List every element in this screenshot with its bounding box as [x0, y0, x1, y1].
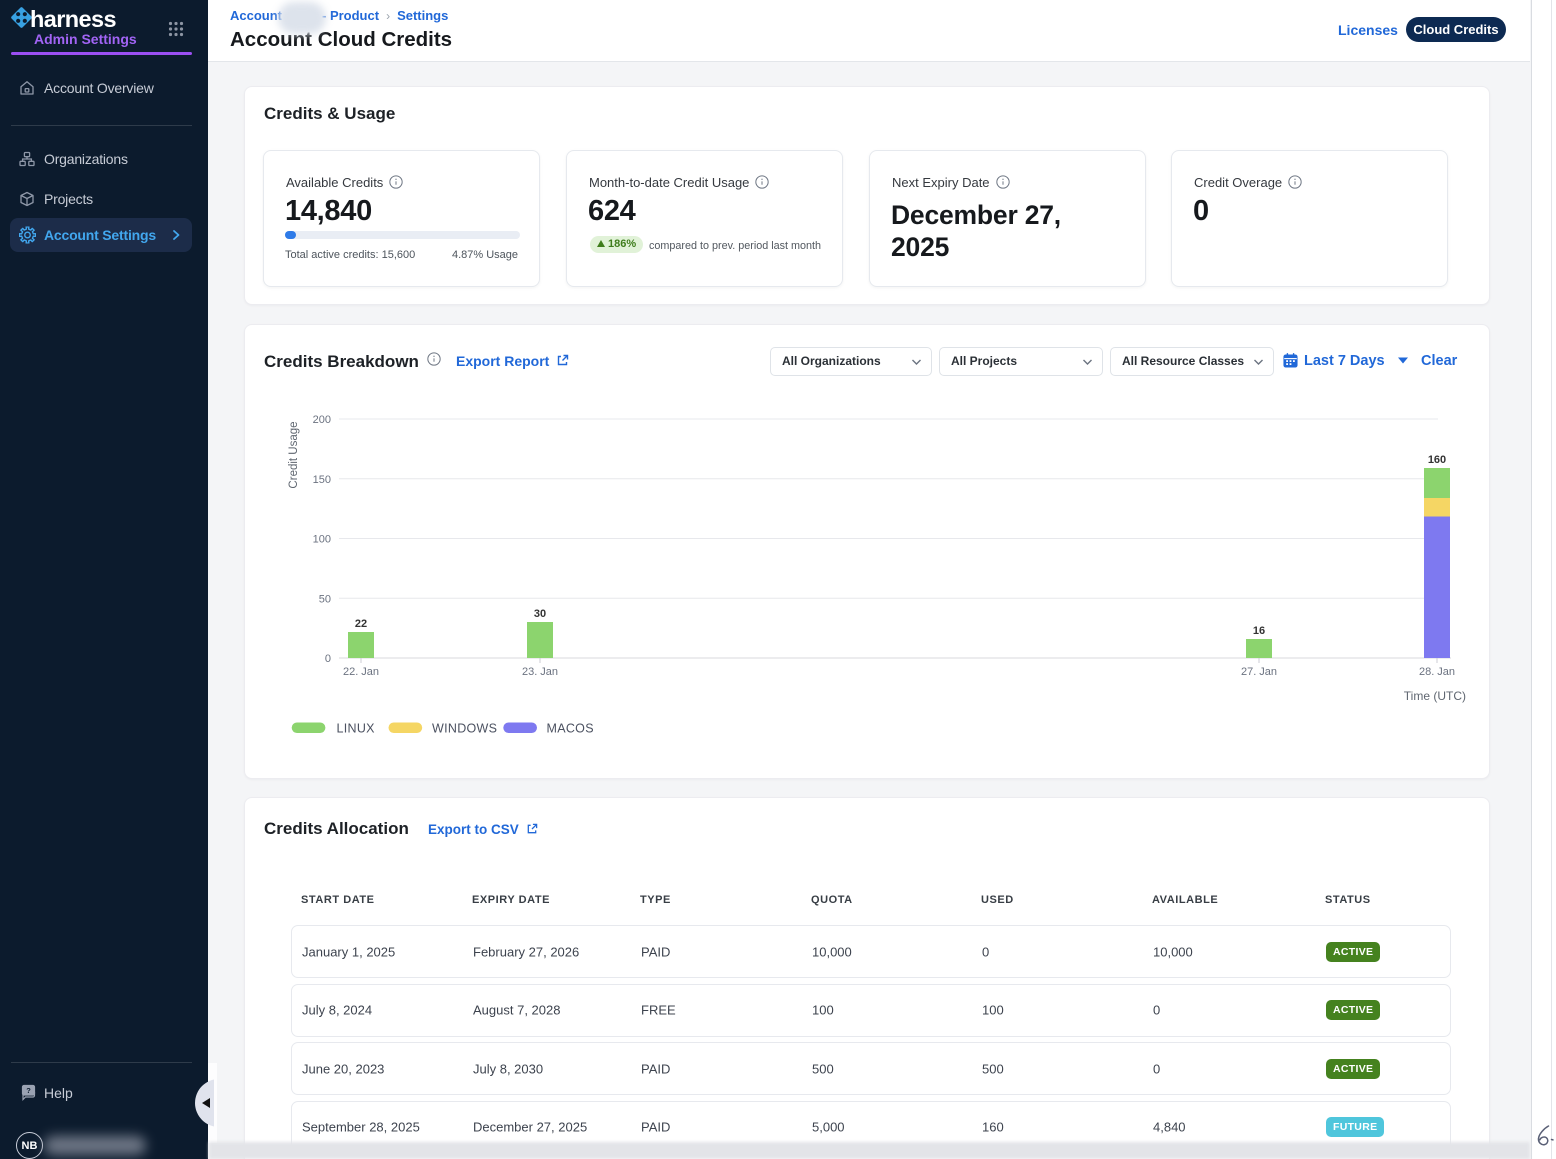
svg-text:22. Jan: 22. Jan	[343, 666, 379, 678]
svg-text:22: 22	[355, 618, 367, 630]
svg-text:?: ?	[26, 1086, 31, 1095]
svg-text:0: 0	[325, 653, 331, 665]
svg-text:27. Jan: 27. Jan	[1241, 666, 1277, 678]
svg-text:50: 50	[319, 593, 331, 605]
svg-text:Time (UTC): Time (UTC)	[1404, 689, 1466, 703]
svg-text:16: 16	[1253, 625, 1265, 637]
svg-text:160: 160	[1428, 454, 1446, 466]
svg-text:100: 100	[313, 534, 331, 546]
svg-text:23. Jan: 23. Jan	[522, 666, 558, 678]
svg-text:150: 150	[313, 474, 331, 486]
svg-text:Credit Usage: Credit Usage	[288, 421, 300, 488]
svg-text:30: 30	[534, 608, 546, 620]
svg-text:28. Jan: 28. Jan	[1419, 666, 1455, 678]
svg-text:LINUX: LINUX	[337, 722, 376, 736]
svg-text:WINDOWS: WINDOWS	[432, 722, 497, 736]
svg-text:MACOS: MACOS	[547, 722, 594, 736]
svg-text:200: 200	[313, 414, 331, 426]
